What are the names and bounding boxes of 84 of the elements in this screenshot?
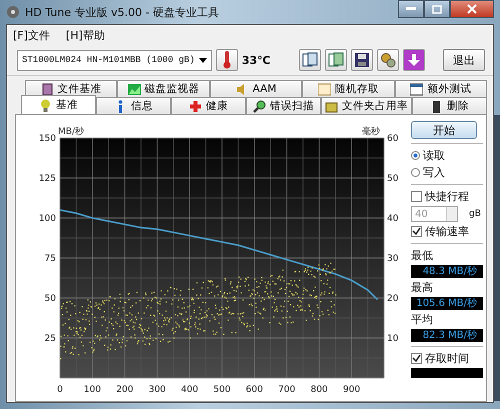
window-icon <box>410 82 424 96</box>
axis-tick-label: 600 <box>246 385 263 395</box>
stat-label: 最低 <box>411 248 434 263</box>
exit-button[interactable]: 退出 <box>443 49 485 71</box>
axis-tick-label: 800 <box>310 385 328 395</box>
drive-dropdown[interactable]: ST1000LM024 HN-M101MBB (1000 gB) <box>17 50 212 70</box>
minimize-icon <box>406 7 416 11</box>
checkbox[interactable] <box>411 353 422 364</box>
axis-tick-label: 0 <box>57 385 63 395</box>
axis-tick-label: 900 <box>343 385 360 395</box>
down-arrow-icon <box>407 53 421 67</box>
axis-tick-label: 500 <box>213 385 231 395</box>
tab[interactable]: 基准 <box>21 95 96 114</box>
axis-tick-label: 100 <box>84 385 101 395</box>
caret-icon <box>198 58 207 62</box>
stat-value-box <box>411 368 483 378</box>
temperature-reading: 33℃ <box>242 54 270 66</box>
disk-icon <box>6 5 20 19</box>
tab[interactable]: 文件夹占用率 <box>321 97 412 114</box>
axis-tick-label: 60 <box>387 134 398 144</box>
close-icon <box>467 4 477 14</box>
drive-name: ST1000LM024 HN-M101MBB (1000 gB) <box>22 55 195 65</box>
start-button[interactable]: 开始 <box>411 121 477 139</box>
axis-tick-label: 200 <box>116 385 134 395</box>
monitor-chart-icon <box>128 82 141 96</box>
stat-value: 48.3 MB/秒 <box>411 265 483 278</box>
axis-unit: 毫秒 <box>362 127 380 137</box>
axis-tick-label: 100 <box>38 214 56 224</box>
tab[interactable]: 文件基准 <box>25 80 118 97</box>
copy-icon <box>328 52 344 68</box>
copy-button[interactable] <box>325 49 347 71</box>
axis-tick-label: 75 <box>44 254 56 264</box>
menu-item[interactable]: [F]文件 <box>13 28 50 44</box>
close-button[interactable] <box>450 0 494 18</box>
axis-tick-label: 20 <box>387 294 398 304</box>
cross-icon <box>189 100 202 112</box>
trash-can-icon <box>430 100 443 112</box>
axis-tick-label: 50 <box>44 294 56 304</box>
tab[interactable]: 健康 <box>171 97 246 114</box>
copy-button[interactable] <box>299 49 321 71</box>
minimize-button[interactable] <box>398 0 424 18</box>
axis-tick-label: 50 <box>387 174 398 184</box>
maximize-button[interactable] <box>424 0 450 18</box>
axis-tick-label: 30 <box>387 254 398 264</box>
stat-label: 平均 <box>411 312 434 327</box>
tab[interactable]: 错误扫描 <box>246 97 321 114</box>
axis-unit: MB/秒 <box>58 127 84 137</box>
save-button[interactable] <box>351 49 373 71</box>
tab[interactable]: AAM <box>210 80 302 97</box>
window-title: HD Tune 专业版 v5.00 - 硬盘专业工具 <box>25 4 219 20</box>
stat-label: 最高 <box>411 280 434 295</box>
magnifier-icon <box>253 100 266 112</box>
checkbox-label: 存取时间 <box>425 351 469 366</box>
axis-tick-label: 700 <box>278 385 296 395</box>
tab[interactable]: 磁盘监视器 <box>117 80 210 97</box>
maximize-icon <box>432 4 442 14</box>
tab[interactable]: 随机存取 <box>302 80 395 97</box>
axis-tick-label: 125 <box>38 174 56 184</box>
options-button[interactable] <box>377 49 399 71</box>
stat-value: 105.6 MB/秒 <box>411 297 483 310</box>
copy-icon <box>302 52 318 68</box>
unit-label: gB <box>469 209 481 219</box>
radio-button[interactable] <box>411 151 420 160</box>
axis-tick-label: 10 <box>387 334 398 344</box>
temperature-button[interactable] <box>216 49 238 71</box>
radio-button[interactable] <box>411 168 420 177</box>
tab[interactable]: 删除 <box>412 97 487 114</box>
download-button[interactable] <box>403 49 425 71</box>
checkbox[interactable] <box>411 226 422 237</box>
tab[interactable]: 信息 <box>96 97 171 114</box>
axis-tick-label: 300 <box>148 385 166 395</box>
light-bulb-icon <box>39 98 52 112</box>
checkbox-label: 快捷行程 <box>425 189 469 204</box>
radio-label: 写入 <box>423 165 445 180</box>
stat-value: 82.3 MB/秒 <box>411 329 483 342</box>
checkbox-label: 传输速率 <box>425 224 469 239</box>
axis-tick-label: 150 <box>38 134 56 144</box>
menu-item[interactable]: [H]帮助 <box>66 28 105 44</box>
radio-label: 读取 <box>423 148 445 163</box>
axis-tick-label: 400 <box>181 385 198 395</box>
tab[interactable]: 额外测试 <box>394 80 488 97</box>
axis-tick-label: 25 <box>44 334 56 344</box>
thermometer-icon <box>222 51 231 69</box>
axis-tick-label: 40 <box>387 214 398 224</box>
